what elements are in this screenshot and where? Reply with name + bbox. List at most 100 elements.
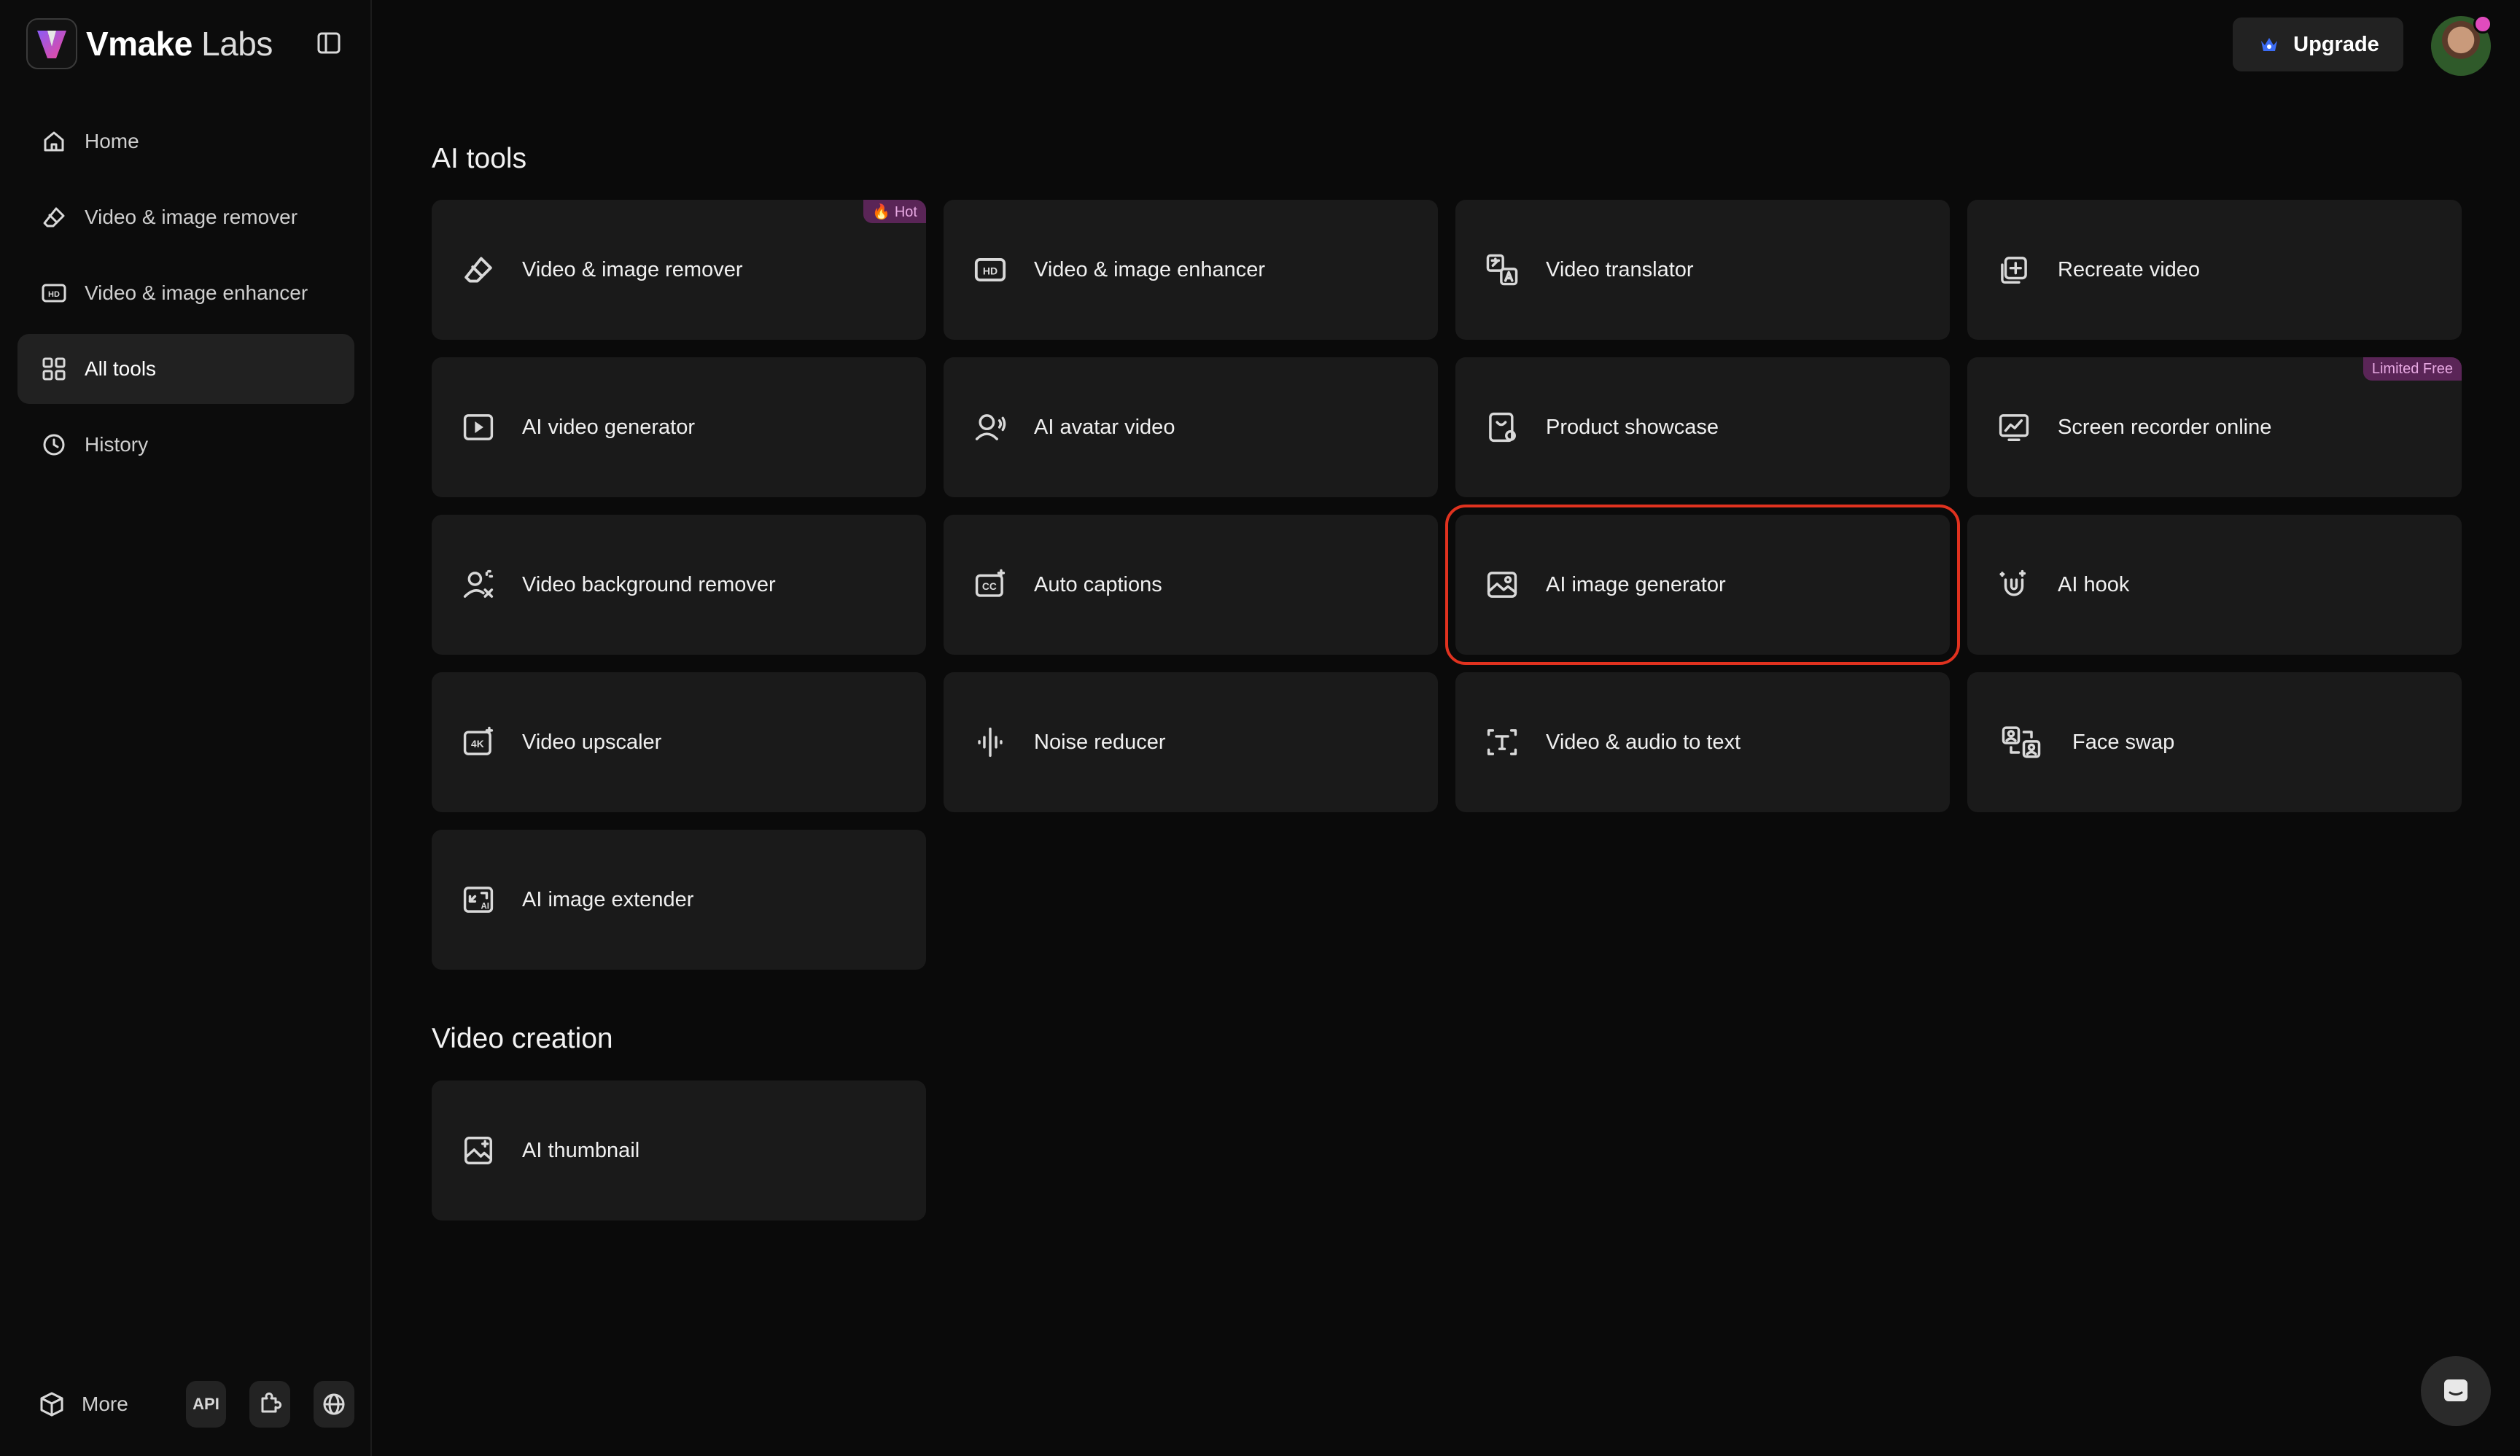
image-icon [1483, 566, 1521, 604]
vmake-logo-icon [26, 18, 77, 69]
section-title-video-creation: Video creation [432, 1023, 613, 1054]
more-button[interactable]: More [18, 1389, 163, 1420]
expand-ai-icon: AI [459, 881, 497, 919]
brand-name: Vmake [86, 25, 192, 63]
svg-text:HD: HD [983, 265, 998, 276]
tool-card-video-audio-to-text[interactable]: Video & audio to text [1455, 672, 1950, 812]
recreate-icon [1995, 251, 2033, 289]
svg-text:AI: AI [481, 903, 489, 911]
user-avatar[interactable] [2431, 15, 2492, 76]
thumbnail-icon [459, 1132, 497, 1169]
tool-label: Video & image enhancer [1034, 257, 1266, 281]
ai-tools-grid: 🔥 Hot Video & image remover HD Video & i… [432, 200, 2462, 970]
tool-card-auto-captions[interactable]: CC Auto captions [944, 515, 1438, 655]
tool-label: AI image extender [522, 887, 694, 911]
tool-label: Video upscaler [522, 730, 662, 754]
language-button[interactable] [314, 1381, 354, 1428]
sidebar-item-history[interactable]: History [18, 410, 354, 480]
4k-icon: 4K [459, 723, 497, 761]
tool-card-video-translator[interactable]: Video translator [1455, 200, 1950, 340]
tool-card-ai-thumbnail[interactable]: AI thumbnail [432, 1081, 926, 1221]
tool-label: AI hook [2058, 572, 2130, 596]
brand-logo[interactable]: Vmake Labs [26, 17, 273, 70]
person-remove-bg-icon [459, 566, 497, 604]
globe-icon [323, 1393, 345, 1415]
grid-icon [39, 354, 69, 384]
clock-icon [39, 430, 69, 459]
cube-icon [36, 1389, 67, 1420]
product-icon [1483, 408, 1521, 446]
home-icon [39, 127, 69, 156]
puzzle-icon [261, 1392, 282, 1413]
tool-card-noise-reducer[interactable]: Noise reducer [944, 672, 1438, 812]
tool-card-ai-image-extender[interactable]: AI AI image extender [432, 830, 926, 970]
chat-icon [2444, 1379, 2468, 1401]
support-chat-button[interactable] [2421, 1356, 2491, 1426]
tool-card-face-swap[interactable]: Face swap [1967, 672, 2462, 812]
svg-text:CC: CC [982, 581, 997, 592]
tool-label: Recreate video [2058, 257, 2201, 281]
tool-card-ai-avatar-video[interactable]: AI avatar video [944, 357, 1438, 497]
api-button[interactable]: API [185, 1381, 227, 1428]
translate-icon [1483, 251, 1521, 289]
tool-label: Product showcase [1546, 415, 1719, 439]
screen-chart-icon [1995, 408, 2033, 446]
sidebar-collapse-button[interactable] [314, 28, 344, 58]
section-title-ai-tools: AI tools [432, 143, 527, 174]
extension-button[interactable] [249, 1381, 291, 1428]
hd-icon: HD [39, 279, 69, 308]
tool-card-video-image-remover[interactable]: 🔥 Hot Video & image remover [432, 200, 926, 340]
audio-wave-icon [971, 723, 1009, 761]
crown-icon [2257, 32, 2282, 57]
notification-badge [2473, 15, 2492, 34]
tool-label: Screen recorder online [2058, 415, 2272, 439]
more-label: More [82, 1393, 128, 1415]
sidebar-item-label: Video & image enhancer [85, 281, 308, 304]
play-icon [459, 408, 497, 446]
avatar-speaking-icon [971, 408, 1009, 446]
tool-label: Video background remover [522, 572, 776, 596]
sidebar: Vmake Labs Home Video & image remover HD… [0, 0, 372, 1456]
sidebar-item-label: All tools [85, 357, 157, 380]
face-swap-icon [1995, 723, 2048, 761]
sidebar-item-home[interactable]: Home [18, 106, 354, 176]
tool-card-video-upscaler[interactable]: 4K Video upscaler [432, 672, 926, 812]
sidebar-item-all-tools[interactable]: All tools [18, 334, 354, 404]
video-creation-grid: AI thumbnail [432, 1081, 926, 1221]
tool-label: Face swap [2072, 730, 2175, 754]
svg-text:4K: 4K [471, 739, 484, 750]
tool-card-ai-image-generator[interactable]: AI image generator [1445, 505, 1960, 665]
svg-text:HD: HD [48, 290, 60, 299]
sidebar-item-label: Home [85, 130, 139, 152]
sidebar-toggle-icon [317, 32, 341, 54]
tool-label: AI video generator [522, 415, 695, 439]
sidebar-footer: More API [18, 1379, 354, 1430]
tool-label: AI thumbnail [522, 1138, 640, 1162]
tool-label: AI image generator [1546, 572, 1726, 596]
hd-icon: HD [971, 251, 1009, 289]
tool-label: Video translator [1546, 257, 1694, 281]
tool-card-ai-hook[interactable]: AI hook [1967, 515, 2462, 655]
tool-card-screen-recorder-online[interactable]: Limited Free Screen recorder online [1967, 357, 2462, 497]
tool-label: Noise reducer [1034, 730, 1166, 754]
limited-free-badge: Limited Free [2362, 357, 2462, 381]
tool-card-ai-video-generator[interactable]: AI video generator [432, 357, 926, 497]
sidebar-item-video-image-remover[interactable]: Video & image remover [18, 182, 354, 252]
tool-card-video-background-remover[interactable]: Video background remover [432, 515, 926, 655]
tool-card-video-image-enhancer[interactable]: HD Video & image enhancer [944, 200, 1438, 340]
text-scan-icon [1483, 723, 1521, 761]
sidebar-nav: Home Video & image remover HD Video & im… [18, 106, 354, 486]
tool-card-recreate-video[interactable]: Recreate video [1967, 200, 2462, 340]
tool-label: Video & image remover [522, 257, 743, 281]
sidebar-item-label: History [85, 433, 149, 456]
eraser-icon [459, 251, 497, 289]
tool-card-product-showcase[interactable]: Product showcase [1455, 357, 1950, 497]
sidebar-item-label: Video & image remover [85, 206, 298, 228]
eraser-icon [39, 203, 69, 232]
upgrade-label: Upgrade [2293, 32, 2379, 56]
sidebar-item-video-image-enhancer[interactable]: HD Video & image enhancer [18, 258, 354, 328]
upgrade-button[interactable]: Upgrade [2233, 17, 2403, 71]
magnet-icon [1995, 566, 2033, 604]
brand-suffix: Labs [201, 25, 273, 63]
tool-label: Auto captions [1034, 572, 1162, 596]
